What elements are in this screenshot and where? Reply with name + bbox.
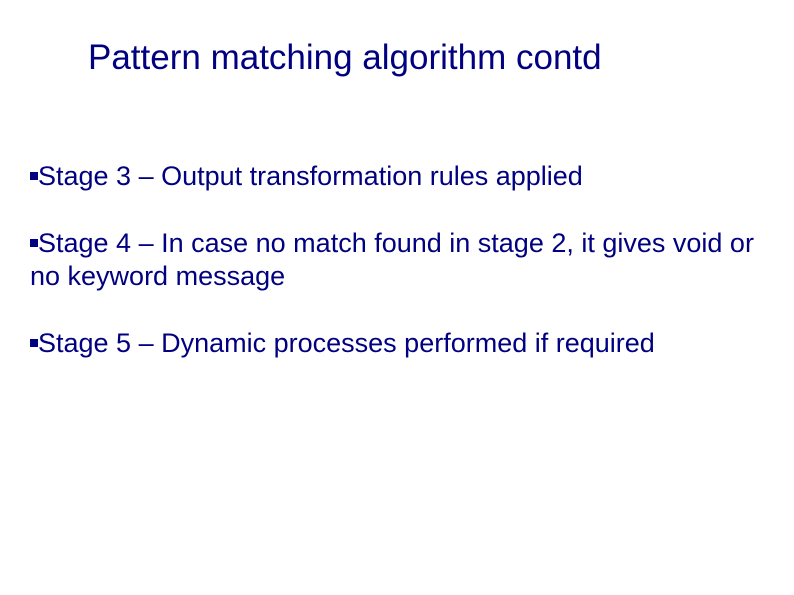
list-item: Stage 3 – Output transformation rules ap…: [30, 160, 764, 193]
bullet-icon: [30, 172, 38, 180]
bullet-text: Stage 5 – Dynamic processes performed if…: [38, 328, 655, 358]
slide-title: Pattern matching algorithm contd: [88, 38, 764, 78]
bullet-icon: [30, 239, 38, 247]
bullet-text: Stage 3 – Output transformation rules ap…: [38, 161, 583, 191]
slide: Pattern matching algorithm contd Stage 3…: [0, 0, 794, 595]
list-item: Stage 4 – In case no match found in stag…: [30, 227, 764, 293]
list-item: Stage 5 – Dynamic processes performed if…: [30, 327, 764, 360]
bullet-icon: [30, 339, 38, 347]
bullet-text: Stage 4 – In case no match found in stag…: [30, 228, 754, 291]
bullet-list: Stage 3 – Output transformation rules ap…: [30, 160, 764, 360]
